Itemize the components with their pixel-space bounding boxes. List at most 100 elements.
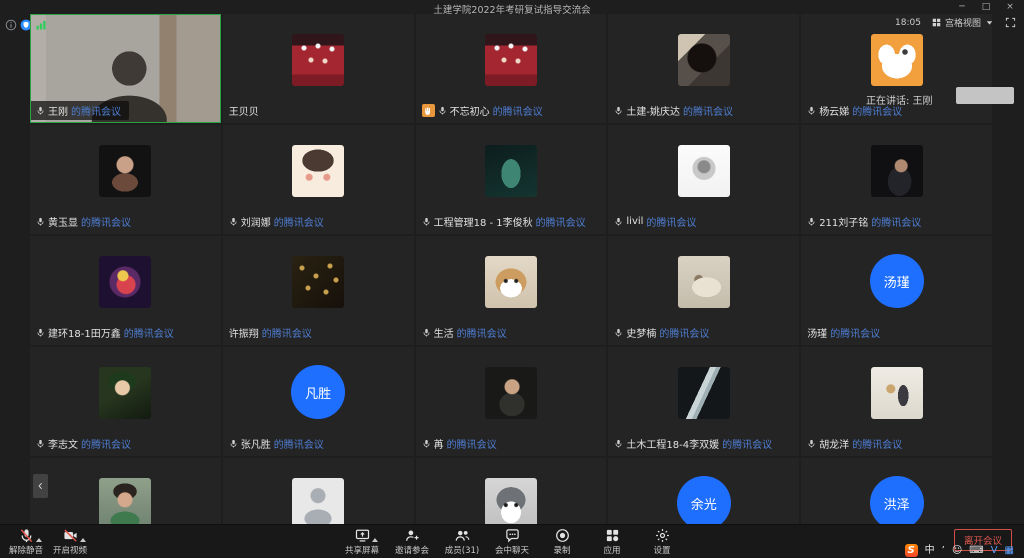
avatar (871, 145, 923, 197)
mic-icon (614, 327, 623, 338)
prev-page-button[interactable] (33, 474, 48, 498)
participant-grid: 王刚的腾讯会议王贝贝不忘初心的腾讯会议土建-姚庆达的腾讯会议杨云娣的腾讯会议黄玉… (30, 14, 992, 524)
participant-tile[interactable]: 刘润娜的腾讯会议 (223, 125, 414, 234)
chevron-up-icon[interactable] (36, 538, 42, 542)
chevron-down-icon (984, 17, 995, 28)
participant-suffix: 的腾讯会议 (447, 436, 497, 451)
record-icon (555, 528, 570, 543)
chevron-up-icon[interactable] (372, 538, 378, 542)
avatar (678, 145, 730, 197)
participant-tile[interactable]: 汤瑾汤瑾的腾讯会议 (801, 236, 992, 345)
participant-name: 211刘子铭 (819, 214, 868, 229)
participant-suffix: 的腾讯会议 (659, 325, 709, 340)
camera-muted-icon (63, 528, 78, 543)
participant-label: 苒的腾讯会议 (422, 436, 497, 451)
participant-tile[interactable]: 许振翔的腾讯会议 (223, 236, 414, 345)
participant-name: 杨云娣 (819, 103, 849, 118)
chat-button[interactable]: 会中聊天 (492, 527, 532, 556)
ime-punctuation[interactable]: ’ (942, 544, 945, 557)
close-button[interactable]: × (998, 0, 1022, 14)
participant-label: 刘润娜的腾讯会议 (229, 214, 324, 229)
participant-name: 胡龙洋 (819, 436, 849, 451)
participant-tile[interactable]: 工程管理18 - 1李俊秋的腾讯会议 (416, 125, 607, 234)
unmute-button[interactable]: 解除静音 (6, 527, 46, 556)
participant-tile[interactable] (223, 458, 414, 524)
participant-tile[interactable]: 王刚的腾讯会议 (30, 14, 221, 123)
toolbar-label: 解除静音 (9, 544, 43, 556)
maximize-button[interactable]: □ (974, 0, 998, 14)
mic-icon (438, 105, 447, 116)
participant-tile[interactable]: 史梦楠的腾讯会议 (608, 236, 799, 345)
ime-emoji[interactable]: ☺ (952, 544, 962, 557)
layout-view-button[interactable]: 宫格视图 (931, 16, 995, 29)
share-screen-button[interactable]: 共享屏幕 (342, 527, 382, 556)
participant-label: 张凡胜的腾讯会议 (229, 436, 324, 451)
participant-tile[interactable] (30, 458, 221, 524)
participant-name: 王贝贝 (229, 103, 259, 118)
minimize-button[interactable]: ─ (950, 0, 974, 14)
settings-button[interactable]: 设置 (642, 527, 682, 556)
record-button[interactable]: 录制 (542, 527, 582, 556)
participant-tile[interactable]: 苒的腾讯会议 (416, 347, 607, 456)
participant-tile[interactable]: 生活的腾讯会议 (416, 236, 607, 345)
participant-name: 黄玉显 (48, 214, 78, 229)
mic-icon (229, 438, 238, 449)
toolbar-label: 开启视频 (53, 544, 87, 556)
clock: 18:05 (895, 18, 921, 28)
participant-name: 李志文 (48, 436, 78, 451)
toolbar-label: 设置 (653, 544, 670, 556)
ime-layout[interactable]: ▦ (1005, 544, 1014, 557)
participant-label: 211刘子铭的腾讯会议 (807, 214, 921, 229)
participant-name: 王刚 (48, 103, 68, 118)
invite-icon (405, 528, 420, 543)
participant-label: 工程管理18 - 1李俊秋的腾讯会议 (422, 214, 586, 229)
participant-suffix: 的腾讯会议 (274, 436, 324, 451)
participant-suffix: 的腾讯会议 (457, 325, 507, 340)
sogou-logo[interactable]: S (905, 544, 918, 557)
members-button[interactable]: 成员(31) (442, 527, 482, 556)
share-icon (355, 528, 370, 543)
apps-button[interactable]: 应用 (592, 527, 632, 556)
participant-tile[interactable]: 建环18-1田万鑫的腾讯会议 (30, 236, 221, 345)
info-icon[interactable] (5, 16, 17, 28)
participant-suffix: 的腾讯会议 (493, 103, 543, 118)
avatar (99, 145, 151, 197)
start-video-button[interactable]: 开启视频 (50, 527, 90, 556)
participant-label: 汤瑾的腾讯会议 (807, 325, 880, 340)
avatar (99, 367, 151, 419)
participant-name: 许振翔 (229, 325, 259, 340)
avatar (292, 256, 344, 308)
participant-name: 生活 (434, 325, 454, 340)
mic-icon (614, 216, 623, 227)
participant-suffix: 的腾讯会议 (81, 214, 131, 229)
participant-tile[interactable]: 土建-姚庆达的腾讯会议 (608, 14, 799, 123)
participant-tile[interactable]: 211刘子铭的腾讯会议 (801, 125, 992, 234)
participant-tile[interactable]: 王贝贝 (223, 14, 414, 123)
participant-name: 土建-姚庆达 (626, 103, 680, 118)
ime-keyboard[interactable]: ⌨ (969, 544, 983, 557)
toolbar-label: 应用 (603, 544, 620, 556)
participant-tile[interactable] (416, 458, 607, 524)
participant-name: 土木工程18-4李双媛 (626, 436, 719, 451)
participant-tile[interactable]: 土木工程18-4李双媛的腾讯会议 (608, 347, 799, 456)
ime-lang-mode[interactable]: 中 (925, 544, 935, 557)
participant-tile[interactable]: 凡胜张凡胜的腾讯会议 (223, 347, 414, 456)
participant-tile[interactable]: 不忘初心的腾讯会议 (416, 14, 607, 123)
mic-icon (614, 438, 623, 449)
participant-label: 李志文的腾讯会议 (36, 436, 131, 451)
participant-tile[interactable]: 洪泽 (801, 458, 992, 524)
avatar (871, 34, 923, 86)
participant-tile[interactable]: 胡龙洋的腾讯会议 (801, 347, 992, 456)
participant-tile[interactable]: 余光 (608, 458, 799, 524)
participant-label: livil的腾讯会议 (614, 214, 696, 229)
participant-tile[interactable]: livil的腾讯会议 (608, 125, 799, 234)
invite-button[interactable]: 邀请参会 (392, 527, 432, 556)
fullscreen-button[interactable] (1005, 17, 1016, 28)
avatar (292, 478, 344, 524)
participant-tile[interactable]: 黄玉显的腾讯会议 (30, 125, 221, 234)
avatar (485, 367, 537, 419)
chevron-up-icon[interactable] (80, 538, 86, 542)
participant-tile[interactable]: 李志文的腾讯会议 (30, 347, 221, 456)
avatar: 凡胜 (291, 365, 345, 419)
ime-skin[interactable]: V (991, 544, 998, 557)
